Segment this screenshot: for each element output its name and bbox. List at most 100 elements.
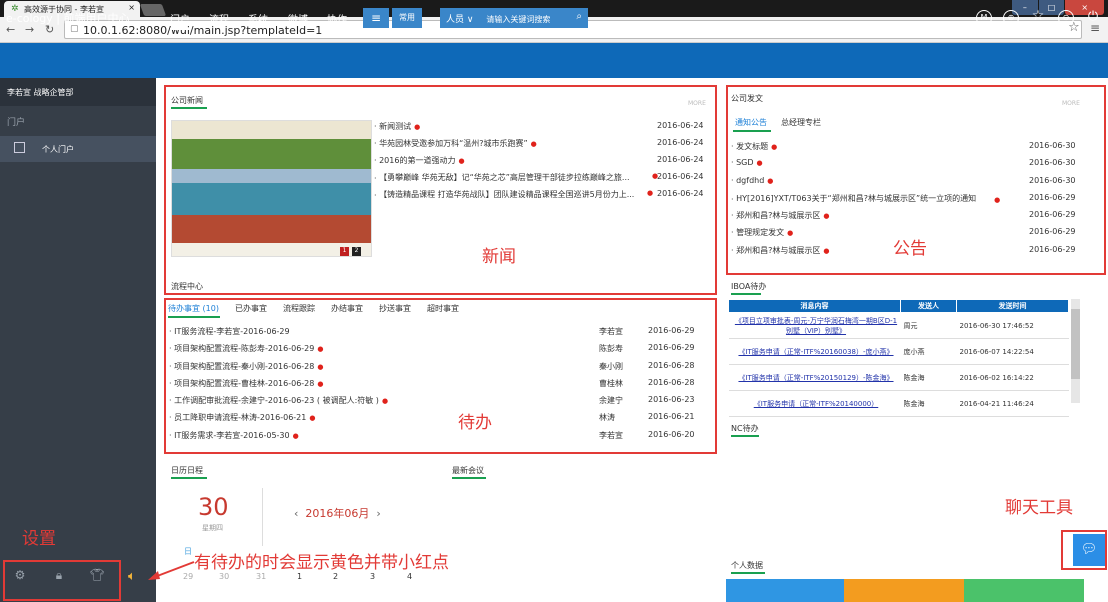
list-item[interactable]: · 发文标题 ● 2016-06-30: [731, 141, 1076, 158]
app-header: [0, 43, 1108, 78]
nav-workflow[interactable]: 流程: [209, 11, 229, 26]
skin-icon[interactable]: ⊕: [1003, 10, 1019, 26]
notice-tab-underline: [733, 130, 771, 132]
brand-title: e-cology | 前端用户中心: [6, 12, 130, 25]
new-tab-button[interactable]: [139, 4, 167, 16]
tab-gm-column[interactable]: 总经理专栏: [781, 117, 821, 128]
list-menu-button[interactable]: ≡: [363, 8, 389, 28]
annotation-arrow: [148, 561, 195, 580]
list-item[interactable]: · 新闻测试 ● 2016-06-24: [374, 121, 708, 138]
list-item[interactable]: · HY[2016]YXT/T063关于“郑州和昌?林与城展示区”统一立项的通知…: [731, 193, 1076, 210]
annotation-todo: 待办: [458, 413, 492, 433]
prev-month-icon[interactable]: ‹: [294, 507, 298, 520]
flow-center-title: 流程中心: [171, 282, 203, 291]
calendar-date[interactable]: 30: [219, 572, 229, 581]
tab-track[interactable]: 流程跟踪: [283, 303, 315, 314]
calendar-date[interactable]: 31: [256, 572, 266, 581]
sidebar-item-my-portal[interactable]: .个人门户: [0, 136, 156, 162]
nav-collab[interactable]: 协作: [327, 11, 347, 26]
annotation-notice: 公告: [893, 239, 927, 259]
news-pager-1[interactable]: 1: [340, 247, 349, 256]
calendar-weekday: 星期四: [202, 524, 223, 532]
annotation-settings: 设置: [22, 529, 56, 549]
notice-more-link[interactable]: MORE: [1062, 100, 1080, 107]
personal-title-underline: [731, 572, 765, 574]
messenger-icon[interactable]: M: [976, 10, 992, 26]
news-pager-2[interactable]: 2: [352, 247, 361, 256]
table-row[interactable]: 《IT服务申请（正常-ITF%20160038）-庞小燕》 庞小燕 2016-06-…: [728, 338, 1069, 365]
tab-closed[interactable]: 办结事宜: [331, 303, 363, 314]
list-item[interactable]: · SGD ● 2016-06-30: [731, 158, 1076, 175]
todo-list: · IT服务流程-李若宣-2016-06-29 李若宣 2016-06-29 · 项…: [169, 326, 709, 447]
list-item[interactable]: · 【勇攀巅峰 华苑无敌】记“华苑之芯”高层管理干部徒步拉练巅峰之旅... ● 20…: [374, 172, 708, 189]
chat-icon[interactable]: 💬︎: [1073, 534, 1105, 566]
tab-todo[interactable]: 待办事宜 (10): [168, 303, 219, 314]
table-row[interactable]: · 项目架构配置流程-曹桂林-2016-06-28 ● 曹桂林 2016-06-28: [169, 378, 709, 395]
table-row[interactable]: · 工作调配审批流程-余建宁-2016-06-23 ( 被调配人:符敏 ) ● 余建…: [169, 395, 709, 412]
table-row[interactable]: · 员工降职申请流程-林涛-2016-06-21 ● 林涛 2016-06-21: [169, 412, 709, 429]
sidebar-user[interactable]: 李若宣 战略企管部: [0, 78, 156, 106]
nc-title: NC待办: [731, 424, 759, 433]
personal-title: 个人数据: [731, 561, 763, 570]
news-list: · 新闻测试 ● 2016-06-24 · 华苑园林受邀参加万科“温州?城市乐跑赛”…: [374, 121, 708, 206]
search-input[interactable]: 请输入关键词搜索: [486, 15, 550, 24]
meeting-title-underline: [452, 477, 486, 479]
table-row[interactable]: · 项目架构配置流程-秦小刚-2016-06-28 ● 秦小刚 2016-06-28: [169, 361, 709, 378]
tab-done[interactable]: 已办事宜: [235, 303, 267, 314]
nc-title-underline: [731, 435, 759, 437]
calendar-title-underline: [171, 477, 207, 479]
annotation-chat: 聊天工具: [1005, 498, 1073, 518]
news-title-underline: [171, 107, 207, 109]
search-bar[interactable]: 人员 ∨ 请输入关键词搜索 ⌕: [440, 8, 588, 28]
meeting-title: 最新会议: [452, 466, 484, 475]
calendar-date[interactable]: 3: [370, 572, 375, 581]
tab-notice[interactable]: 通知公告: [735, 117, 767, 128]
list-item[interactable]: · 华苑园林受邀参加万科“温州?城市乐跑赛” ● 2016-06-24: [374, 138, 708, 155]
table-row[interactable]: 《IT服务申请（正常-ITF%20150129）-陈金海》 陈金海 2016-06-…: [728, 364, 1069, 391]
weekday-sun: 日: [184, 547, 192, 556]
search-scope-select[interactable]: 人员: [446, 15, 464, 25]
calendar-month: ‹ 2016年06月 ›: [294, 507, 381, 520]
calendar-date[interactable]: 1: [297, 572, 302, 581]
search-icon[interactable]: ⌕: [576, 11, 582, 22]
notice-title: 公司发文: [731, 94, 763, 103]
iboa-title: IBOA待办: [731, 282, 767, 291]
table-row[interactable]: 《项目立项审批表-周元-万宁华润石梅湾一期B区D-1别墅（VIP）别墅》 周元 20…: [728, 312, 1069, 339]
list-item[interactable]: · 2016的第一道强动力 ● 2016-06-24: [374, 155, 708, 172]
tab-cc[interactable]: 抄送事宜: [379, 303, 411, 314]
list-item[interactable]: · dgfdhd ● 2016-06-30: [731, 176, 1076, 193]
settings-highlight-box: [3, 560, 121, 601]
list-item[interactable]: · 【铸造精品课程 打造华苑战队】团队建设精品课程全国巡讲5月份力上... ● 20…: [374, 189, 708, 206]
calendar-date[interactable]: 2: [333, 572, 338, 581]
nav-weibo[interactable]: 微博: [288, 11, 308, 26]
iboa-table: 消息内容 发送人 发送时间 《项目立项审批表-周元-万宁华润石梅湾一期B区D-1…: [728, 299, 1069, 417]
iboa-title-underline: [731, 293, 761, 295]
table-row[interactable]: · IT服务流程-李若宣-2016-06-29 李若宣 2016-06-29: [169, 326, 709, 343]
table-row[interactable]: 《IT服务申请（正常-ITF%20140000） 陈金海 2016-04-21 11…: [728, 390, 1069, 417]
speaker-icon[interactable]: 🔈︎: [128, 569, 136, 584]
personal-block-3[interactable]: [964, 579, 1084, 602]
news-photo: 1 2: [171, 120, 372, 257]
nav-system[interactable]: 系统: [248, 11, 268, 26]
calendar-title: 日历日程: [171, 466, 203, 475]
minus-circle-icon[interactable]: ⊖: [1058, 10, 1074, 26]
calendar-date[interactable]: 4: [407, 572, 412, 581]
personal-block-1[interactable]: [726, 579, 844, 602]
sidebar-section-portal: 门户: [7, 118, 26, 128]
nav-portal[interactable]: 门户: [170, 11, 190, 30]
common-button[interactable]: 常用: [392, 8, 422, 28]
annotation-hint: 有待办的时会显示黄色并带小红点: [194, 553, 449, 573]
personal-block-2[interactable]: [844, 579, 964, 602]
iboa-scrollbar[interactable]: [1071, 299, 1080, 403]
news-title: 公司新闻: [171, 96, 203, 105]
table-row[interactable]: · 项目架构配置流程-陈彭寿-2016-06-29 ● 陈彭寿 2016-06-29: [169, 343, 709, 360]
news-more-link[interactable]: MORE: [688, 100, 706, 107]
list-item[interactable]: · 郑州和昌?林与城展示区 ● 2016-06-29: [731, 210, 1076, 227]
next-month-icon[interactable]: ›: [376, 507, 380, 520]
tab-overdue[interactable]: 超时事宜: [427, 303, 459, 314]
logout-icon[interactable]: ⏻: [1085, 10, 1101, 26]
todo-tab-underline: [168, 316, 220, 318]
table-row[interactable]: · IT服务需求-李若宣-2016-05-30 ● 李若宣 2016-06-20: [169, 430, 709, 447]
calendar-divider: [262, 488, 263, 546]
favorite-icon[interactable]: ☆: [1030, 9, 1046, 26]
